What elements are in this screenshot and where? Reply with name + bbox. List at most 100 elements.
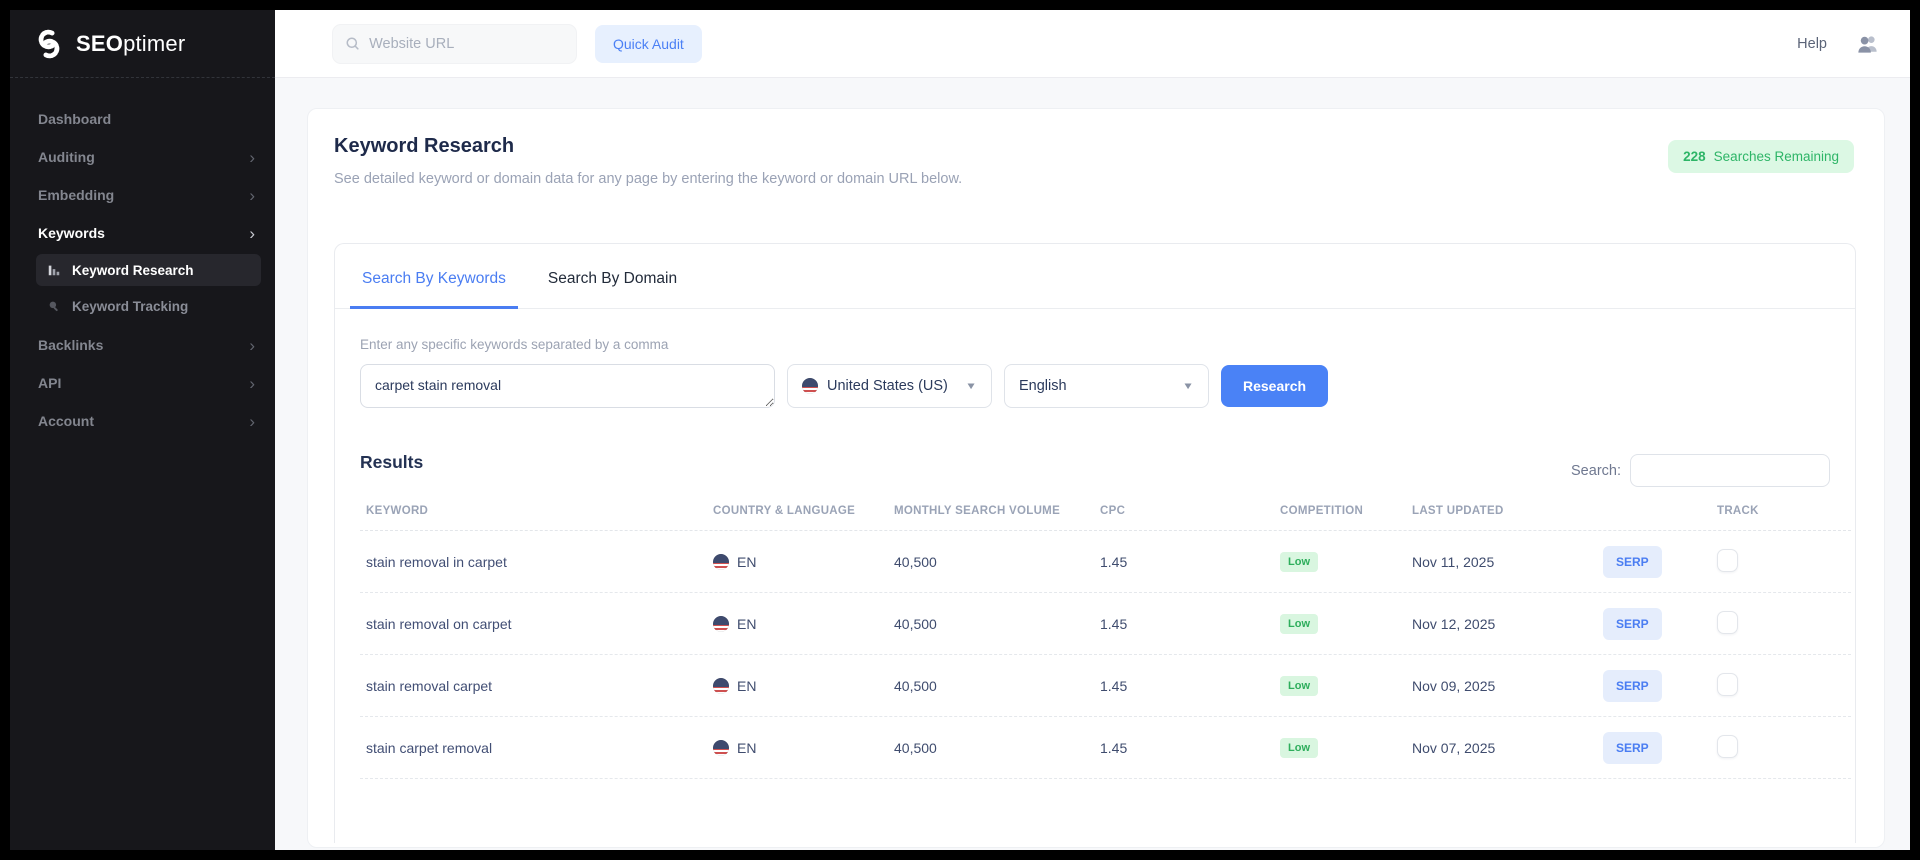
competition-cell: Low [1274,552,1406,572]
language-select-value: English [1019,378,1067,394]
sidebar-item-label: Auditing [38,149,95,165]
track-checkbox[interactable] [1717,611,1738,634]
chevron-right-icon: › [249,149,255,166]
searches-remaining-count: 228 [1683,149,1706,164]
sidebar-item-label: Keyword Tracking [72,299,188,314]
last-updated-cell: Nov 07, 2025 [1406,740,1597,756]
quick-audit-button[interactable]: Quick Audit [595,25,702,63]
sidebar: SEOptimer Dashboard Auditing› Embedding›… [10,10,275,850]
sidebar-item-label: Keywords [38,225,105,241]
topbar: Quick Audit Help [275,10,1910,78]
track-checkbox[interactable] [1717,735,1738,758]
sidebar-item-label: API [38,375,61,391]
search-panel: Search By Keywords Search By Domain Ente… [334,243,1856,843]
col-monthly-search-volume: Monthly Search Volume [888,505,1094,517]
chevron-down-icon: ▼ [1182,380,1194,391]
sidebar-item-api[interactable]: API › [10,364,275,402]
country-cell: EN [707,616,888,632]
serp-button[interactable]: SERP [1603,546,1662,578]
competition-cell: Low [1274,738,1406,758]
bar-chart-icon [46,262,62,278]
sidebar-nav: Dashboard Auditing› Embedding› Keywords›… [10,78,275,440]
volume-cell: 40,500 [888,678,1094,694]
cpc-cell: 1.45 [1094,616,1274,632]
table-header-row: Keyword Country & Language Monthly Searc… [360,491,1851,531]
table-row: stain removal in carpet EN 40,500 1.45 L… [360,531,1851,593]
track-cell [1711,611,1851,637]
us-flag-icon [713,678,729,694]
language-code: EN [737,554,756,570]
table-row: stain carpet removal EN 40,500 1.45 Low … [360,717,1851,779]
sidebar-item-auditing[interactable]: Auditing › [10,138,275,176]
last-updated-cell: Nov 09, 2025 [1406,678,1597,694]
country-cell: EN [707,678,888,694]
tab-search-by-domain[interactable]: Search By Domain [546,244,679,308]
country-select[interactable]: United States (US) ▼ [787,364,992,408]
brand-logo[interactable]: SEOptimer [10,10,275,78]
serp-button[interactable]: SERP [1603,608,1662,640]
volume-cell: 40,500 [888,554,1094,570]
brand-name-rest: ptimer [123,31,185,56]
sidebar-item-account[interactable]: Account› [10,402,275,440]
website-url-input[interactable] [369,36,564,52]
sidebar-item-label: Embedding [38,187,114,203]
track-cell [1711,673,1851,699]
cpc-cell: 1.45 [1094,678,1274,694]
col-last-updated: Last Updated [1406,505,1597,517]
table-row: stain removal on carpet EN 40,500 1.45 L… [360,593,1851,655]
chevron-right-icon: › [249,413,255,430]
help-link[interactable]: Help [1797,36,1827,52]
table-row: stain removal carpet EN 40,500 1.45 Low … [360,655,1851,717]
chevron-right-icon: › [249,225,255,242]
research-button[interactable]: Research [1221,365,1328,407]
sidebar-item-label: Backlinks [38,337,103,353]
table-search-input[interactable] [1630,454,1830,487]
track-cell [1711,549,1851,575]
keyword-research-card: Keyword Research See detailed keyword or… [307,108,1885,848]
sidebar-item-keyword-tracking[interactable]: Keyword Tracking [36,290,261,322]
serp-button[interactable]: SERP [1603,670,1662,702]
country-cell: EN [707,740,888,756]
serp-button[interactable]: SERP [1603,732,1662,764]
competition-badge: Low [1280,676,1318,696]
website-url-box [332,24,577,64]
sidebar-item-label: Keyword Research [72,263,194,278]
results-title: Results [360,452,423,487]
language-code: EN [737,678,756,694]
sidebar-item-embedding[interactable]: Embedding› [10,176,275,214]
col-competition: Competition [1274,505,1406,517]
keyword-cell: stain removal carpet [360,678,707,694]
app-window: SEOptimer Dashboard Auditing› Embedding›… [10,10,1910,850]
sidebar-item-keyword-research[interactable]: Keyword Research [36,254,261,286]
sidebar-item-backlinks[interactable]: Backlinks› [10,326,275,364]
content-area: Keyword Research See detailed keyword or… [275,78,1910,850]
language-code: EN [737,616,756,632]
chevron-right-icon: › [249,375,255,392]
table-search: Search: [1571,454,1830,487]
competition-badge: Low [1280,738,1318,758]
search-icon [345,35,360,52]
results-header: Results Search: [335,408,1855,487]
searches-remaining-label: Searches Remaining [1714,149,1839,164]
sidebar-item-dashboard[interactable]: Dashboard [10,100,275,138]
users-icon[interactable] [1855,33,1880,55]
tab-search-by-keywords[interactable]: Search By Keywords [360,244,508,308]
country-cell: EN [707,554,888,570]
sidebar-item-keywords[interactable]: Keywords › [10,214,275,252]
track-checkbox[interactable] [1717,549,1738,572]
keyword-form: Enter any specific keywords separated by… [335,309,1855,408]
competition-badge: Low [1280,552,1318,572]
keywords-textarea[interactable]: carpet stain removal [360,364,775,408]
language-select[interactable]: English ▼ [1004,364,1209,408]
col-track: Track [1711,505,1851,517]
sidebar-item-label: Dashboard [38,111,111,127]
serp-cell: SERP [1597,546,1711,578]
page-title: Keyword Research [334,135,1856,158]
volume-cell: 40,500 [888,616,1094,632]
cpc-cell: 1.45 [1094,740,1274,756]
country-select-value: United States (US) [827,378,948,394]
us-flag-icon [713,740,729,756]
us-flag-icon [713,554,729,570]
track-checkbox[interactable] [1717,673,1738,696]
serp-cell: SERP [1597,670,1711,702]
